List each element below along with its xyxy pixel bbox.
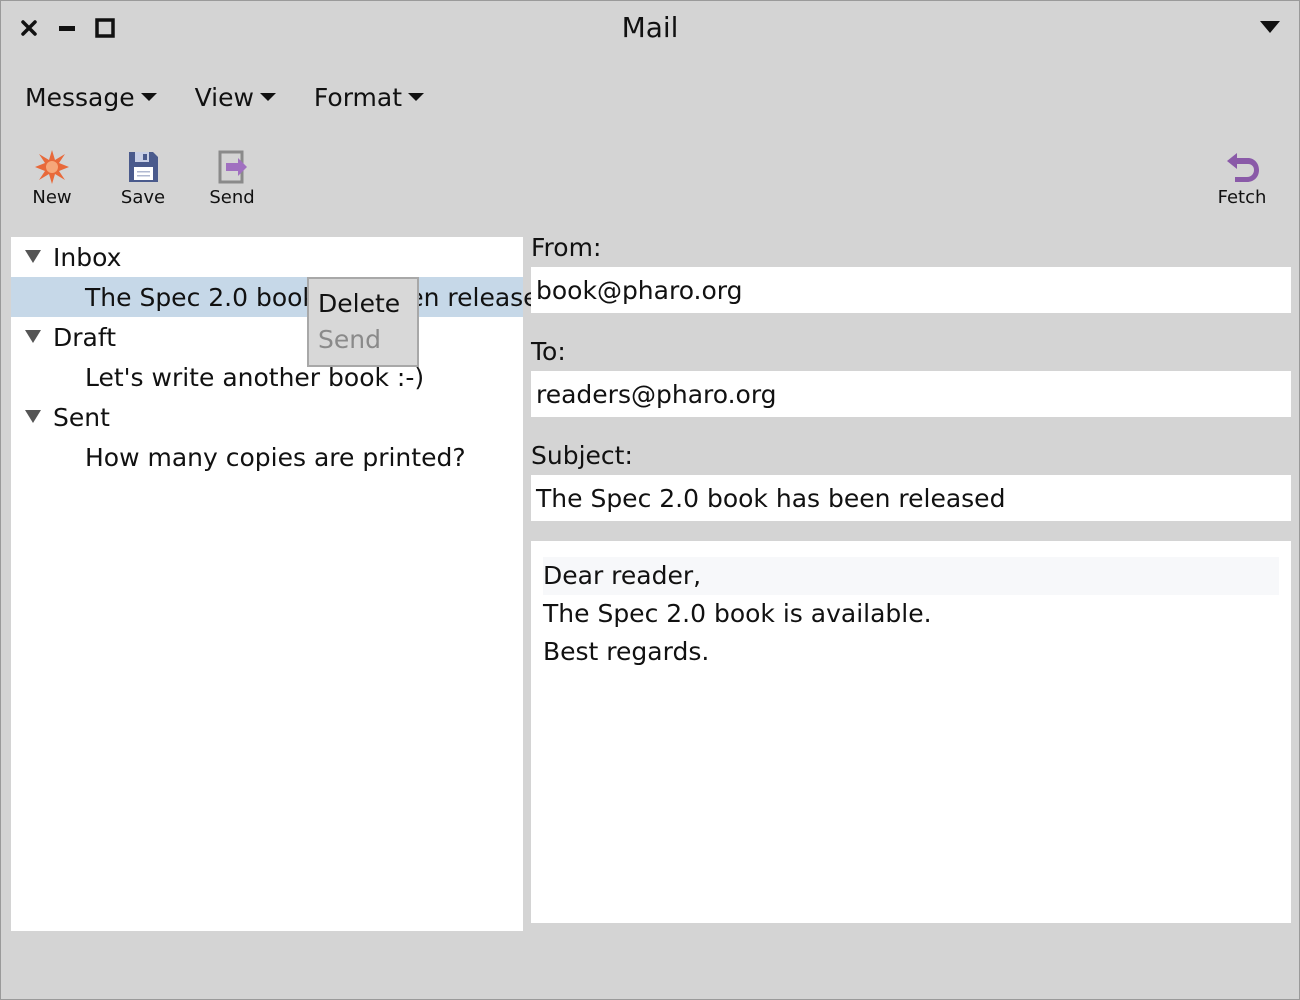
menu-message-label: Message bbox=[25, 82, 135, 112]
folder-label-inbox: Inbox bbox=[53, 242, 122, 272]
context-menu-delete[interactable]: Delete bbox=[318, 289, 400, 318]
email-subject: How many copies are printed? bbox=[85, 442, 466, 472]
menu-format-label: Format bbox=[313, 82, 403, 112]
new-button[interactable]: New bbox=[7, 149, 97, 211]
from-label: From: bbox=[531, 233, 602, 262]
subject-label: Subject: bbox=[531, 441, 633, 470]
send-button[interactable]: Send bbox=[187, 149, 277, 211]
to-label: To: bbox=[531, 337, 566, 366]
folder-label-draft: Draft bbox=[53, 322, 117, 352]
menu-message[interactable]: Message bbox=[15, 77, 165, 117]
chevron-down-icon bbox=[408, 93, 425, 101]
menu-format[interactable]: Format bbox=[304, 77, 432, 117]
email-row-inbox-selected[interactable]: The Spec 2.0 book has been released bbox=[11, 277, 554, 317]
triangle-down-icon bbox=[1260, 21, 1280, 33]
mail-folder-tree[interactable]: Inbox The Spec 2.0 book has been release… bbox=[11, 237, 554, 931]
body-line: Best regards. bbox=[543, 637, 710, 666]
expand-triangle-icon[interactable] bbox=[25, 250, 41, 263]
email-row-sent[interactable]: How many copies are printed? bbox=[11, 437, 523, 477]
body-line: The Spec 2.0 book is available. bbox=[543, 599, 932, 628]
mail-window: Mail Message View Format New Save Send F… bbox=[0, 0, 1300, 1000]
fetch-button[interactable]: Fetch bbox=[1197, 149, 1287, 211]
chevron-down-icon bbox=[140, 93, 157, 101]
message-body-editor[interactable]: Dear reader, The Spec 2.0 book is availa… bbox=[531, 541, 1291, 923]
fetch-undo-arrow-icon bbox=[1227, 153, 1259, 182]
send-button-label: Send bbox=[209, 187, 255, 208]
email-row-draft[interactable]: Let's write another book :-) bbox=[11, 357, 523, 397]
expand-triangle-icon[interactable] bbox=[25, 410, 41, 423]
title-bar: Mail bbox=[1, 1, 1299, 57]
menu-view[interactable]: View bbox=[185, 77, 284, 117]
expand-triangle-icon[interactable] bbox=[25, 330, 41, 343]
menu-view-label: View bbox=[194, 82, 254, 112]
folder-row-draft[interactable]: Draft bbox=[11, 317, 523, 357]
folder-label-sent: Sent bbox=[53, 402, 110, 432]
menu-bar: Message View Format bbox=[15, 77, 452, 117]
new-button-label: New bbox=[32, 187, 72, 208]
to-value: readers@pharo.org bbox=[536, 379, 777, 409]
chevron-down-icon bbox=[259, 93, 276, 101]
send-arrow-icon bbox=[218, 150, 247, 184]
save-button-label: Save bbox=[120, 187, 166, 208]
context-menu-send-disabled: Send bbox=[318, 325, 381, 354]
subject-field[interactable]: The Spec 2.0 book has been released bbox=[531, 475, 1291, 521]
window-title: Mail bbox=[621, 11, 679, 44]
context-menu: Delete Send bbox=[307, 277, 419, 367]
subject-value: The Spec 2.0 book has been released bbox=[536, 483, 1006, 513]
body-line: Dear reader, bbox=[543, 557, 1279, 595]
from-field[interactable]: book@pharo.org bbox=[531, 267, 1291, 313]
window-menu-button[interactable] bbox=[1259, 19, 1281, 38]
from-value: book@pharo.org bbox=[536, 275, 743, 305]
folder-row-inbox[interactable]: Inbox bbox=[11, 237, 523, 277]
save-button[interactable]: Save bbox=[98, 149, 188, 211]
folder-row-sent[interactable]: Sent bbox=[11, 397, 523, 437]
to-field[interactable]: readers@pharo.org bbox=[531, 371, 1291, 417]
fetch-button-label: Fetch bbox=[1217, 187, 1267, 208]
floppy-disk-icon bbox=[129, 152, 158, 182]
new-mail-icon bbox=[35, 150, 69, 184]
